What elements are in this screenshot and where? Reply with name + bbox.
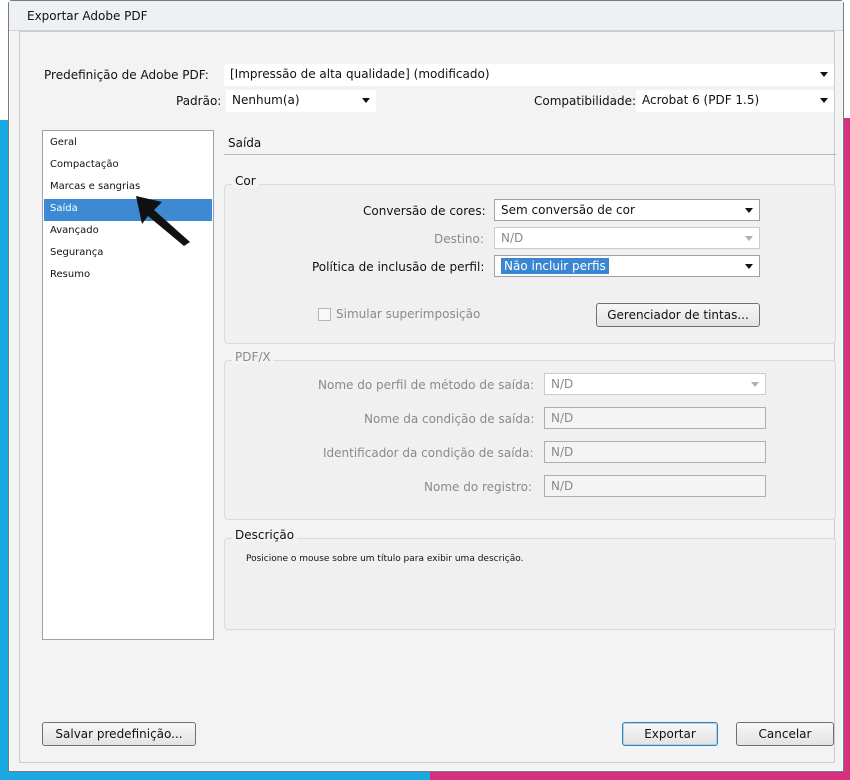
color-conversion-dropdown[interactable]: Sem conversão de cor: [494, 199, 760, 221]
description-group: [224, 538, 836, 630]
dialog-content: Predefinição de Adobe PDF: [Impressão de…: [19, 31, 836, 763]
condition-name-field[interactable]: N/D: [544, 407, 766, 429]
sidebar-item-label: Marcas e sangrias: [50, 181, 141, 192]
color-conversion-label: Conversão de cores:: [363, 204, 486, 218]
profile-policy-dropdown[interactable]: Não incluir perfis: [494, 255, 760, 277]
standard-label: Padrão:: [176, 94, 222, 108]
preset-dropdown[interactable]: [Impressão de alta qualidade] (modificad…: [224, 64, 834, 86]
profile-policy-label: Política de inclusão de perfil:: [312, 260, 485, 274]
preset-label: Predefinição de Adobe PDF:: [44, 68, 209, 82]
simulate-overprint-label: Simular superimposição: [336, 307, 481, 321]
compatibility-dropdown[interactable]: Acrobat 6 (PDF 1.5): [636, 90, 834, 112]
condition-id-label: Identificador da condição de saída:: [323, 446, 534, 460]
export-button[interactable]: Exportar: [622, 722, 718, 746]
description-group-title: Descrição: [232, 528, 298, 542]
sidebar-item-label: Resumo: [50, 269, 91, 280]
preset-value: [Impressão de alta qualidade] (modificad…: [230, 67, 490, 81]
sidebar-item-label: Saída: [50, 203, 78, 214]
condition-id-field[interactable]: N/D: [544, 441, 766, 463]
profile-policy-value: Não incluir perfis: [501, 258, 609, 274]
condition-name-label: Nome da condição de saída:: [364, 412, 535, 426]
sidebar-item-label: Compactação: [50, 159, 119, 170]
sidebar-item-resumo[interactable]: Resumo: [44, 265, 212, 287]
export-pdf-dialog: Exportar Adobe PDF Predefinição de Adobe…: [8, 0, 844, 772]
ink-manager-button[interactable]: Gerenciador de tintas...: [596, 303, 760, 327]
color-group-title: Cor: [232, 174, 259, 188]
sidebar-item-compactacao[interactable]: Compactação: [44, 155, 212, 177]
standard-dropdown[interactable]: Nenhum(a): [226, 90, 376, 112]
destination-value: N/D: [501, 231, 524, 245]
chevron-down-icon: [745, 208, 753, 213]
cancel-button[interactable]: Cancelar: [736, 722, 834, 746]
sidebar-item-label: Segurança: [50, 247, 104, 258]
color-conversion-value: Sem conversão de cor: [501, 203, 635, 217]
chevron-down-icon: [820, 98, 828, 103]
chevron-down-icon: [820, 72, 828, 77]
dialog-titlebar[interactable]: Exportar Adobe PDF: [9, 1, 843, 31]
panel-title: Saída: [228, 136, 262, 150]
chevron-down-icon: [745, 264, 753, 269]
sidebar-item-geral[interactable]: Geral: [44, 133, 212, 155]
output-profile-label: Nome do perfil de método de saída:: [318, 378, 535, 392]
sidebar-item-label: Geral: [50, 137, 77, 148]
description-text: Posicione o mouse sobre um título para e…: [246, 554, 524, 564]
sidebar-item-label: Avançado: [50, 225, 99, 236]
chevron-down-icon: [745, 236, 753, 241]
simulate-overprint-checkbox[interactable]: [318, 308, 331, 321]
chevron-down-icon: [362, 98, 370, 103]
compatibility-label: Compatibilidade:: [534, 94, 637, 108]
output-profile-dropdown[interactable]: N/D: [544, 373, 766, 395]
registry-field[interactable]: N/D: [544, 475, 766, 497]
compatibility-value: Acrobat 6 (PDF 1.5): [642, 93, 760, 107]
standard-value: Nenhum(a): [232, 93, 300, 107]
destination-label: Destino:: [434, 232, 484, 246]
panel-divider: [224, 154, 836, 155]
dialog-title: Exportar Adobe PDF: [27, 9, 148, 23]
save-preset-button[interactable]: Salvar predefinição...: [42, 722, 196, 746]
registry-label: Nome do registro:: [424, 480, 532, 494]
chevron-down-icon: [751, 382, 759, 387]
pointer-arrow-icon: [136, 196, 190, 246]
destination-dropdown[interactable]: N/D: [494, 227, 760, 249]
output-profile-value: N/D: [551, 377, 574, 391]
pdfx-group-title: PDF/X: [232, 350, 274, 364]
